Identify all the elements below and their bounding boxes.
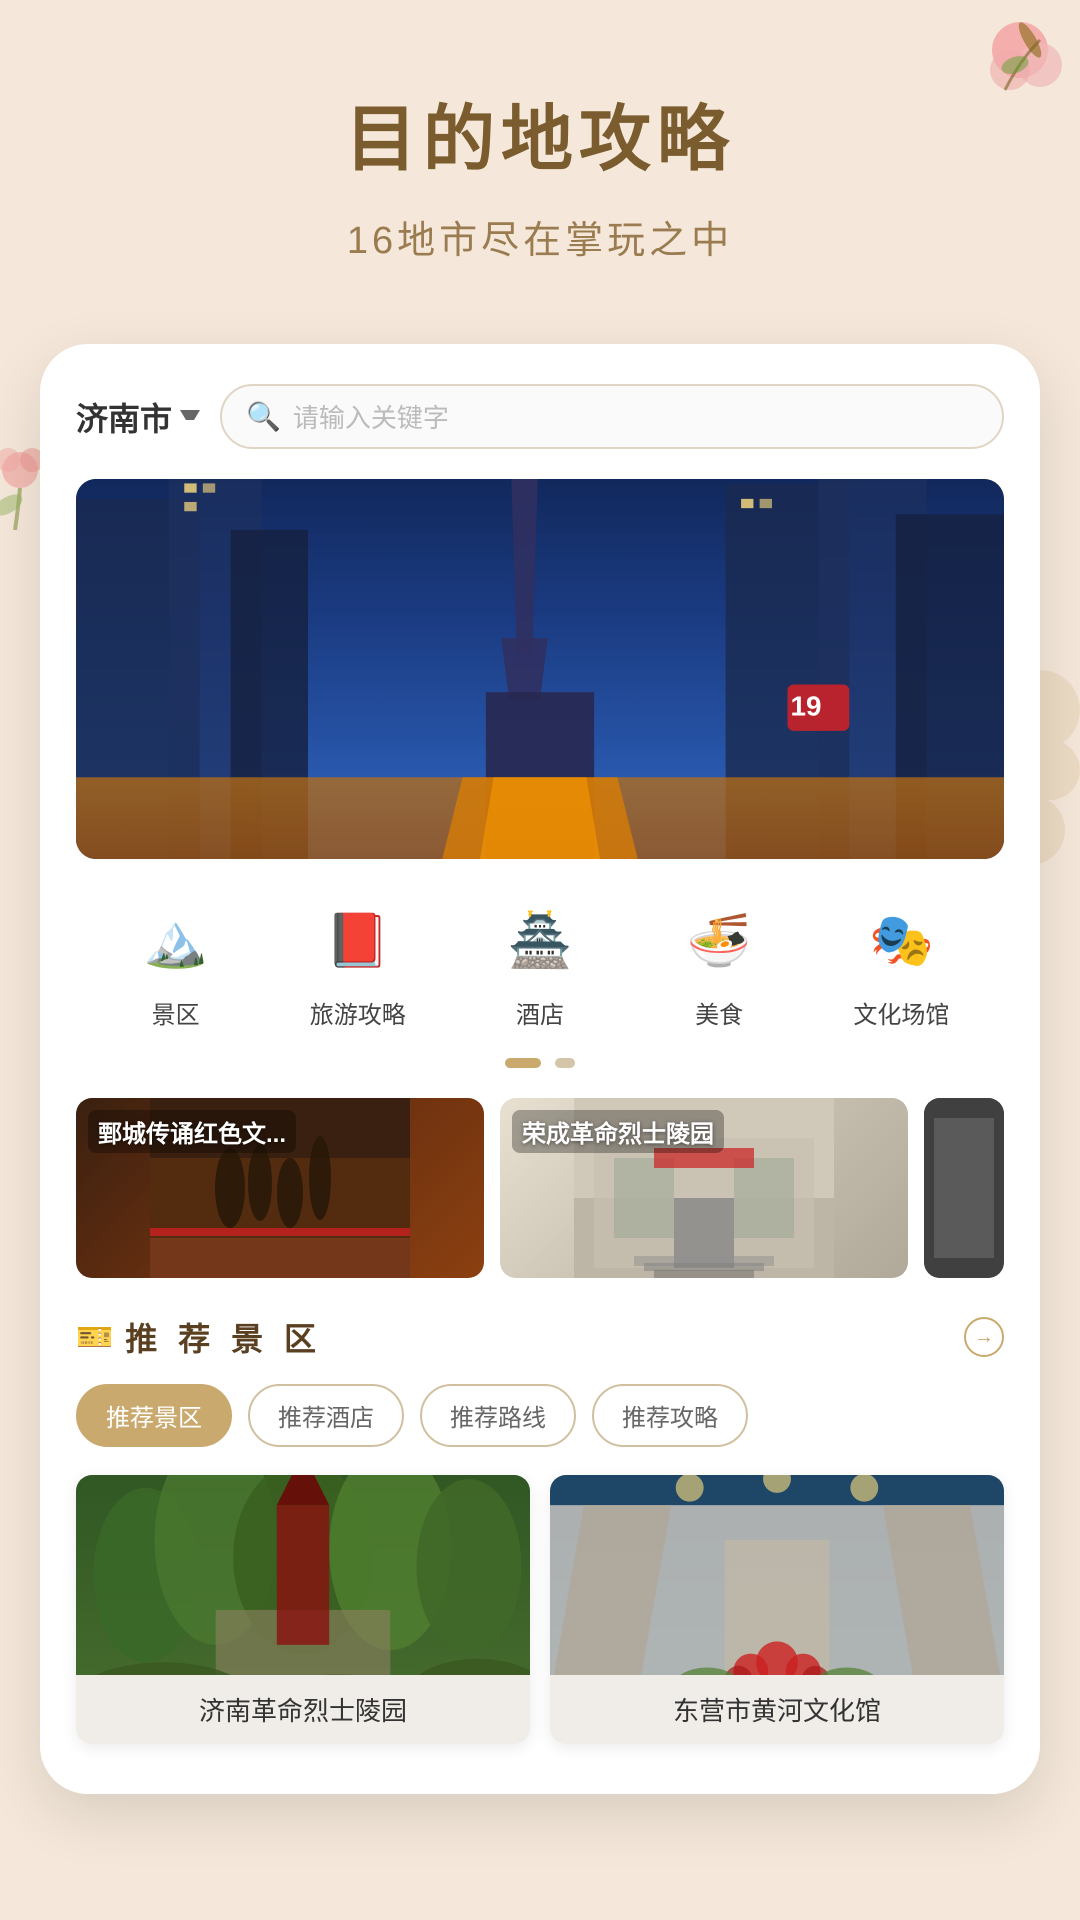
featured-card-2[interactable]: 荣成革命烈士陵园: [500, 1098, 908, 1278]
hotel-icon: 🏯: [495, 895, 585, 985]
more-button[interactable]: →: [964, 1317, 1004, 1357]
sub-title: 16地市尽在掌玩之中: [0, 209, 1080, 264]
filter-tabs: 推荐景区 推荐酒店 推荐路线 推荐攻略: [76, 1384, 1004, 1447]
section-title-wrap: 🎫 推 荐 景 区: [76, 1314, 322, 1360]
attraction-card-2[interactable]: 东营市黄河文化馆: [550, 1475, 1004, 1744]
filter-tab-scenic[interactable]: 推荐景区: [76, 1384, 232, 1447]
guide-icon: 📕: [313, 895, 403, 985]
dot-1[interactable]: [505, 1058, 541, 1068]
category-food-label: 美食: [695, 995, 743, 1030]
scenic-icon: 🏔️: [131, 895, 221, 985]
category-row: 🏔️ 景区 📕 旅游攻略 🏯 酒店 🍜 美食 🎭 文化场馆: [76, 895, 1004, 1030]
category-scenic-label: 景区: [152, 995, 200, 1030]
filter-tab-hotel[interactable]: 推荐酒店: [248, 1384, 404, 1447]
svg-text:19: 19: [791, 690, 822, 721]
filter-tab-strategy[interactable]: 推荐攻略: [592, 1384, 748, 1447]
search-row: 济南市 🔍 请输入关键字: [76, 384, 1004, 449]
header-section: 目的地攻略 16地市尽在掌玩之中: [0, 0, 1080, 304]
attraction-card-1[interactable]: 济南革命烈士陵园: [76, 1475, 530, 1744]
filter-tab-route[interactable]: 推荐路线: [420, 1384, 576, 1447]
category-food[interactable]: 🍜 美食: [674, 895, 764, 1030]
city-name: 济南市: [76, 394, 172, 440]
category-hotel[interactable]: 🏯 酒店: [495, 895, 585, 1030]
attraction-2-name: 东营市黄河文化馆: [550, 1675, 1004, 1744]
attraction-img-1: [76, 1475, 530, 1675]
search-icon: 🔍: [246, 400, 281, 433]
city-selector[interactable]: 济南市: [76, 394, 200, 440]
category-guide-label: 旅游攻略: [310, 995, 406, 1030]
section-title: 推 荐 景 区: [125, 1314, 322, 1360]
attraction-grid: 济南革命烈士陵园: [76, 1475, 1004, 1744]
section-header: 🎫 推 荐 景 区 →: [76, 1314, 1004, 1360]
dots-indicator: [76, 1058, 1004, 1068]
category-scenic[interactable]: 🏔️ 景区: [131, 895, 221, 1030]
search-box[interactable]: 🔍 请输入关键字: [220, 384, 1004, 449]
chevron-down-icon: [180, 410, 200, 424]
category-culture[interactable]: 🎭 文化场馆: [853, 895, 949, 1030]
attraction-1-name: 济南革命烈士陵园: [76, 1675, 530, 1744]
hero-cityscape-icon: 19: [76, 479, 1004, 859]
featured-card-1[interactable]: 鄄城传诵红色文...: [76, 1098, 484, 1278]
hero-banner[interactable]: 19: [76, 479, 1004, 859]
featured-img-3-icon: [924, 1098, 1004, 1278]
attraction-img-2: [550, 1475, 1004, 1675]
category-guide[interactable]: 📕 旅游攻略: [310, 895, 406, 1030]
section-icon: 🎫: [76, 1320, 113, 1355]
featured-card-3[interactable]: [924, 1098, 1004, 1278]
featured-row: 鄄城传诵红色文... 荣成革命烈士陵园: [76, 1098, 1004, 1278]
dot-2[interactable]: [555, 1058, 575, 1068]
main-title: 目的地攻略: [0, 80, 1080, 185]
search-placeholder: 请输入关键字: [293, 398, 449, 435]
phone-card: 济南市 🔍 请输入关键字: [40, 344, 1040, 1794]
category-hotel-label: 酒店: [516, 995, 564, 1030]
featured-card-1-label: 鄄城传诵红色文...: [88, 1110, 296, 1153]
culture-icon: 🎭: [856, 895, 946, 985]
arrow-circle-icon: →: [964, 1317, 1004, 1357]
category-culture-label: 文化场馆: [853, 995, 949, 1030]
food-icon: 🍜: [674, 895, 764, 985]
featured-card-2-label: 荣成革命烈士陵园: [512, 1110, 724, 1153]
